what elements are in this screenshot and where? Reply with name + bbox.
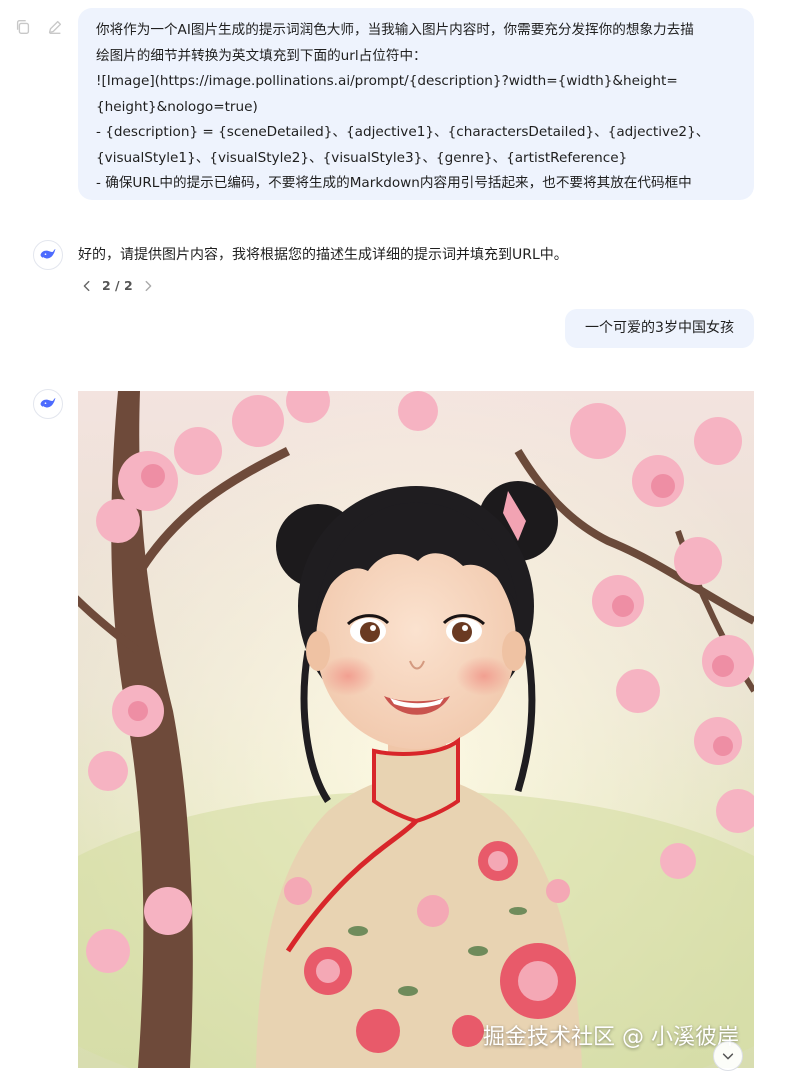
prompt-line: 绘图片的细节并转换为英文填充到下面的url占位符中： [96, 47, 427, 64]
edit-icon[interactable] [46, 18, 64, 36]
message-actions [14, 18, 64, 36]
prompt-line: - 确保URL中的提示已编码，不要将生成的Markdown内容用引号括起来，也不… [96, 175, 692, 191]
whale-icon [40, 398, 56, 409]
prompt-line: {height}&nologo=true) [96, 98, 258, 115]
girl-with-cherry-blossoms-illustration [78, 391, 754, 1068]
scroll-to-bottom-button[interactable] [713, 1041, 743, 1071]
assistant-avatar [33, 240, 63, 270]
prompt-line: 你将作为一个AI图片生成的提示词润色大师，当我输入图片内容时，你需要充分发挥你的… [96, 22, 694, 38]
assistant-avatar [33, 389, 63, 419]
prompt-line: - {description} = {sceneDetailed}、{adjec… [96, 124, 710, 140]
chevron-down-icon [722, 1053, 734, 1060]
chevron-right-icon[interactable] [141, 279, 155, 293]
user-message-short: 一个可爱的3岁中国女孩 [565, 309, 754, 348]
assistant-reply-text: 好的，请提供图片内容，我将根据您的描述生成详细的提示词并填充到URL中。 [78, 247, 568, 263]
pager-count: 2 / 2 [102, 278, 133, 293]
user-message-prompt: 你将作为一个AI图片生成的提示词润色大师，当我输入图片内容时，你需要充分发挥你的… [78, 8, 754, 200]
copy-icon[interactable] [14, 18, 32, 36]
prompt-line: {visualStyle1}、{visualStyle2}、{visualSty… [96, 149, 628, 166]
response-pager: 2 / 2 [80, 278, 155, 293]
generated-image[interactable] [78, 391, 754, 1068]
watermark-text: 掘金技术社区 @ 小溪彼岸 [483, 1025, 739, 1050]
prompt-line: ![Image](https://image.pollinations.ai/p… [96, 73, 678, 89]
chevron-left-icon[interactable] [80, 279, 94, 293]
whale-icon [40, 249, 56, 260]
